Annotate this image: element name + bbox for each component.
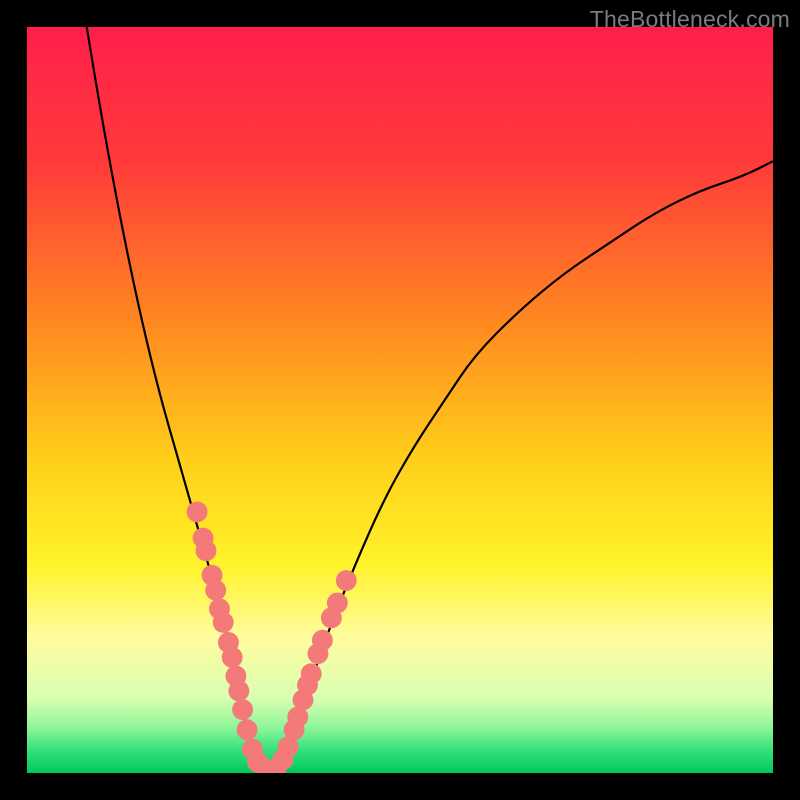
chart-background <box>27 27 773 773</box>
trough-bead <box>312 630 333 651</box>
trough-bead <box>213 612 234 633</box>
chart-frame <box>27 27 773 773</box>
trough-bead <box>228 680 249 701</box>
trough-bead <box>222 647 243 668</box>
trough-bead <box>237 719 258 740</box>
trough-bead <box>232 699 253 720</box>
trough-bead <box>187 501 208 522</box>
watermark-text: TheBottleneck.com <box>590 6 790 33</box>
trough-bead <box>301 663 322 684</box>
trough-bead <box>327 592 348 613</box>
bottleneck-curve-chart <box>27 27 773 773</box>
trough-bead <box>205 580 226 601</box>
trough-bead <box>196 540 217 561</box>
trough-bead <box>336 570 357 591</box>
